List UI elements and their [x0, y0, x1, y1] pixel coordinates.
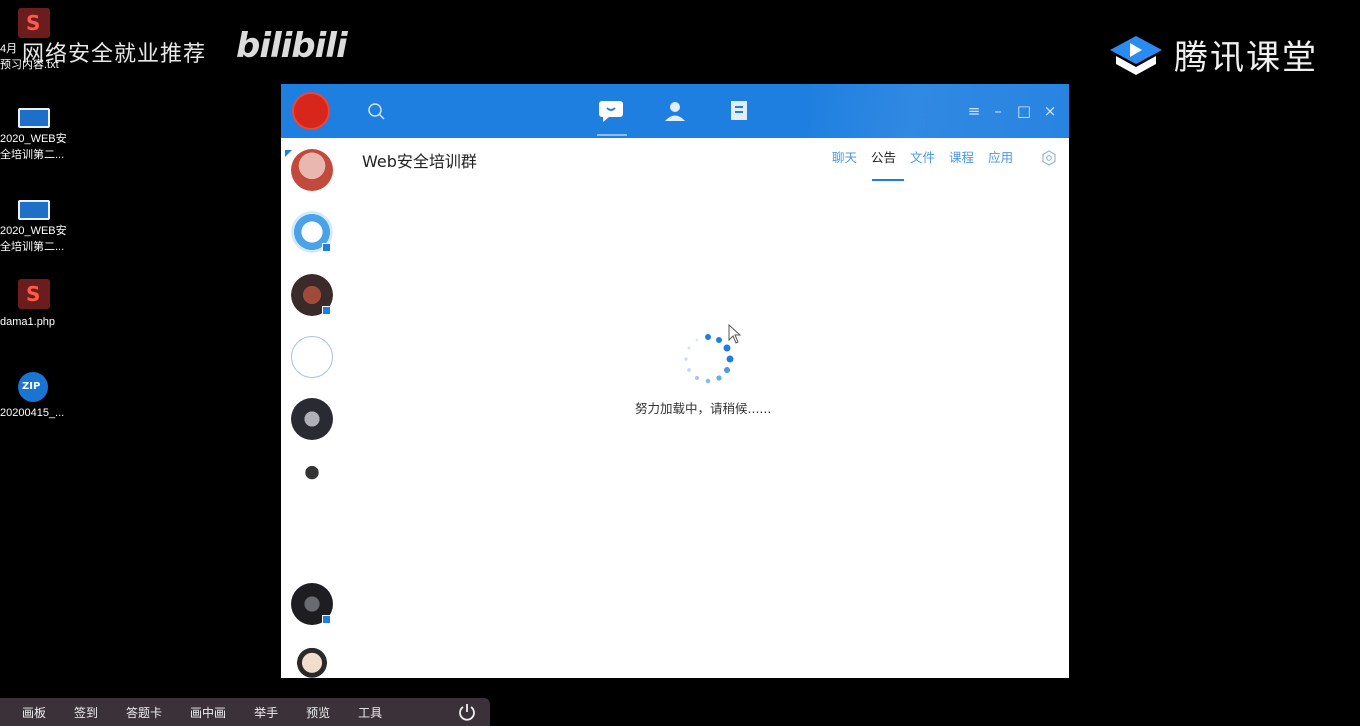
tencent-classroom-name: 腾讯课堂 — [1174, 38, 1318, 78]
tab-courses[interactable]: 课程 — [949, 150, 974, 166]
desktop-file-label: 全培训第二... — [0, 241, 65, 253]
loading-spinner-icon — [681, 332, 735, 386]
menu-button[interactable]: ≡ — [965, 102, 983, 120]
toolbar-whiteboard[interactable]: 画板 — [22, 704, 46, 721]
desktop-file-image-1[interactable]: 2020_WEB安 全培训第二... — [0, 106, 78, 166]
toolbar-tools[interactable]: 工具 — [358, 704, 382, 721]
status-badge — [322, 615, 331, 624]
loading-text: 努力加载中，请稍候...... — [635, 401, 772, 416]
desktop-file-image-2[interactable]: 2020_WEB安 全培训第二... — [0, 198, 78, 258]
desktop-file-label: dama1.php — [0, 316, 56, 328]
contacts-icon[interactable] — [661, 98, 689, 124]
desktop-file-label: 20200415_... — [0, 407, 65, 419]
desktop-file-label: 4月 — [0, 43, 18, 55]
tab-announcement[interactable]: 公告 — [871, 150, 896, 166]
toolbar-preview[interactable]: 预览 — [306, 704, 330, 721]
desktop: 网络安全就业推荐 bilibili 腾讯课堂 4月 预习内容.txt 2020_… — [0, 0, 1360, 726]
status-badge — [322, 243, 331, 252]
bilibili-logo: bilibili — [236, 26, 348, 66]
tab-files[interactable]: 文件 — [910, 150, 935, 166]
conversation-list — [281, 138, 343, 678]
tencent-classroom-logo: 腾讯课堂 — [1108, 30, 1318, 79]
desktop-file-label: 全培训第二... — [0, 149, 65, 161]
sublime-file-icon — [18, 8, 50, 38]
power-icon[interactable] — [456, 701, 478, 723]
active-tab-underline — [872, 179, 904, 181]
maximize-button[interactable]: □ — [1015, 102, 1033, 120]
conversation-avatar[interactable] — [291, 398, 333, 440]
user-avatar[interactable] — [292, 92, 330, 130]
desktop-file-zip[interactable]: 20200415_... — [0, 372, 78, 424]
minimize-button[interactable]: – — [989, 102, 1007, 120]
nav-active-indicator — [597, 134, 627, 136]
conversation-avatar[interactable] — [291, 149, 333, 191]
status-badge — [322, 306, 331, 315]
close-button[interactable]: × — [1041, 102, 1059, 120]
qq-window: ≡ – □ × Web安全培训群 聊天 公告 文件 课程 应用 努力加载中，请稍… — [281, 84, 1069, 678]
desktop-file-label: 2020_WEB安 — [0, 133, 67, 145]
desktop-file-label: 2020_WEB安 — [0, 225, 67, 237]
pin-corner-mark — [285, 150, 292, 157]
search-icon[interactable] — [367, 102, 387, 122]
desktop-file-label: 预习内容.txt — [0, 59, 59, 71]
desktop-file-php[interactable]: dama1.php — [0, 279, 78, 331]
message-icon[interactable] — [597, 98, 625, 124]
conversation-avatar[interactable] — [291, 460, 333, 502]
tab-apps[interactable]: 应用 — [988, 150, 1013, 166]
group-title: Web安全培训群 — [362, 152, 477, 171]
sublime-file-icon — [18, 279, 50, 309]
settings-icon[interactable] — [1041, 150, 1057, 166]
toolbar-checkin[interactable]: 签到 — [74, 704, 98, 721]
desktop-file-txt[interactable]: 4月 预习内容.txt — [0, 8, 78, 78]
workspace-icon[interactable] — [725, 98, 753, 124]
conversation-avatar[interactable] — [291, 336, 333, 378]
tab-chat[interactable]: 聊天 — [832, 150, 857, 166]
tencent-classroom-icon — [1108, 34, 1164, 76]
toolbar-answer-card[interactable]: 答题卡 — [126, 704, 162, 721]
group-tabs: 聊天 公告 文件 课程 应用 — [832, 150, 1027, 166]
toolbar-raise-hand[interactable]: 举手 — [254, 704, 278, 721]
conversation-avatar[interactable] — [291, 646, 333, 678]
image-file-icon — [18, 108, 50, 128]
toolbar-picture-in-picture[interactable]: 画中画 — [190, 704, 226, 721]
image-file-icon — [18, 200, 50, 220]
mouse-cursor-icon — [728, 323, 742, 344]
classroom-toolbar: 画板 签到 答题卡 画中画 举手 预览 工具 — [0, 698, 490, 726]
title-bar[interactable]: ≡ – □ × — [281, 84, 1069, 138]
zip-file-icon — [18, 372, 48, 402]
